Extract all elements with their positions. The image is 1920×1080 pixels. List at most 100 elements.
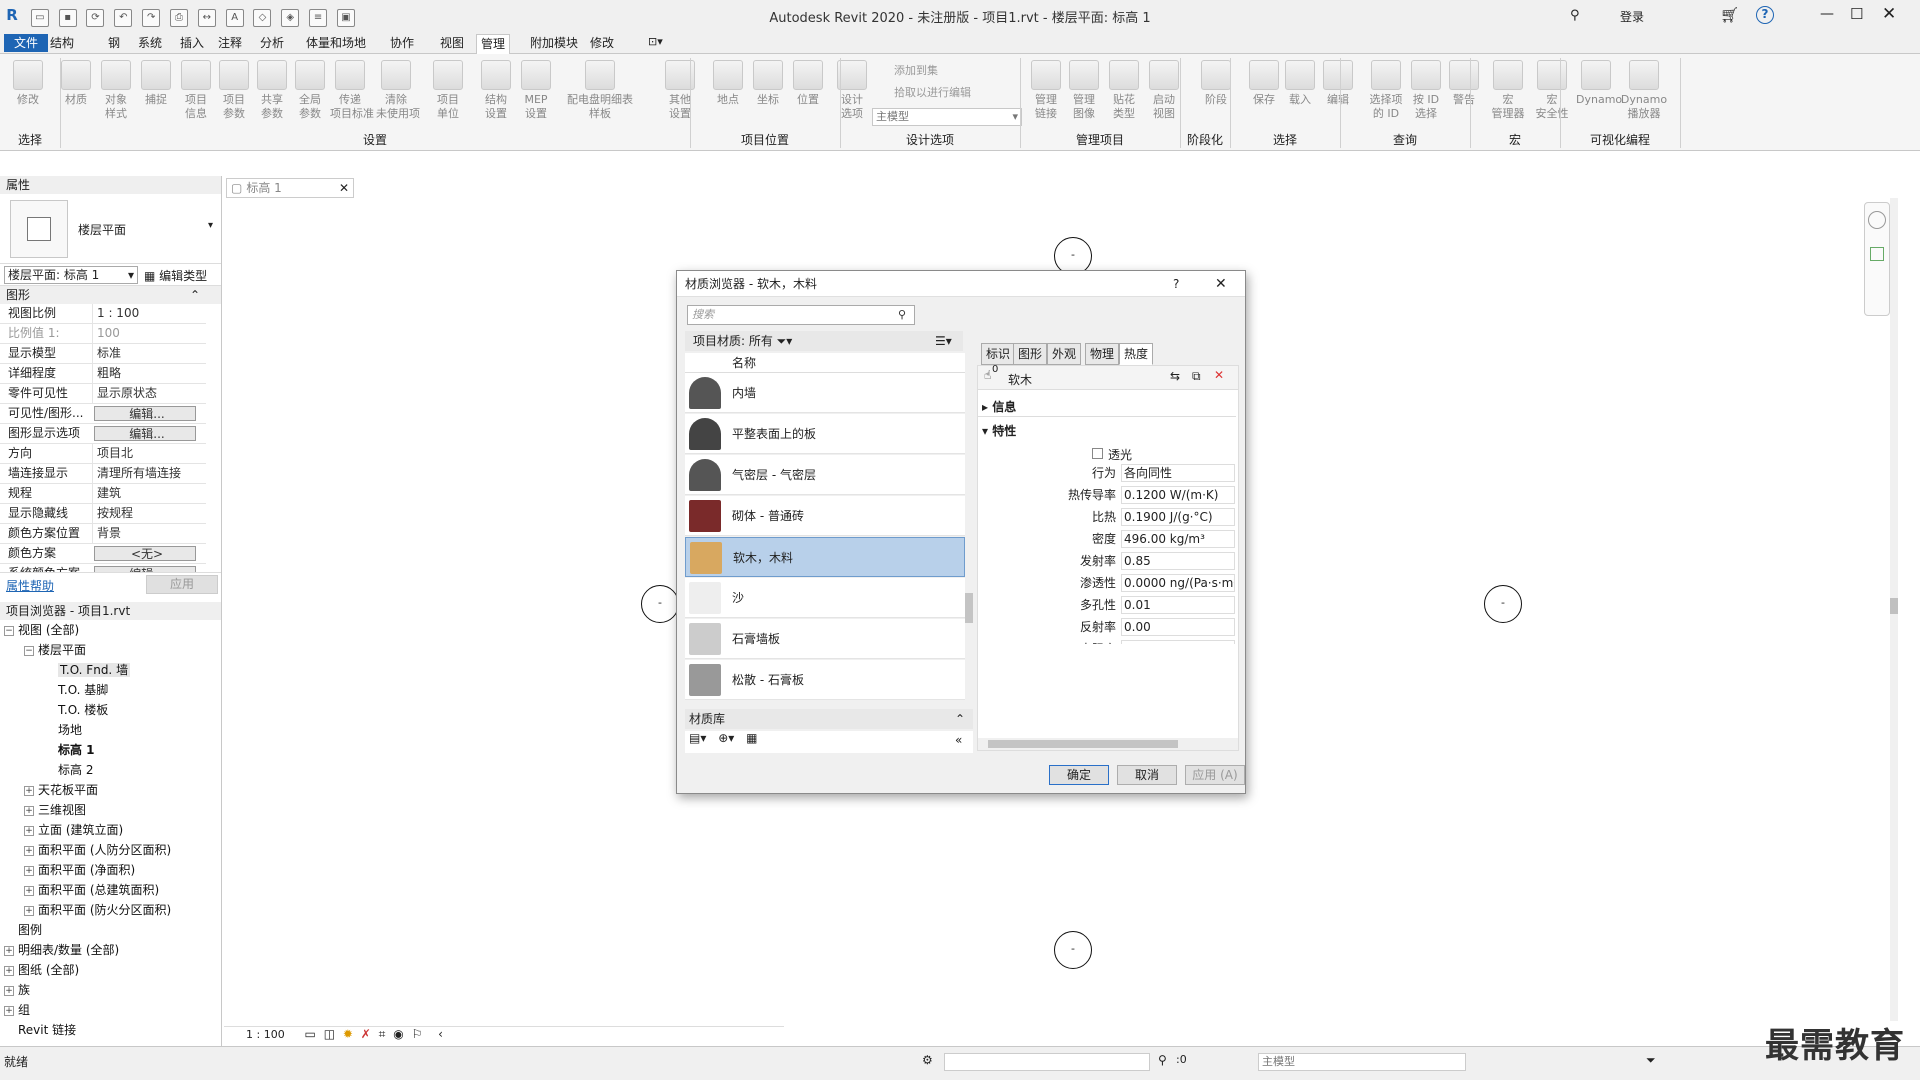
ribbon-button-21[interactable]: 贴花 类型 — [1104, 60, 1144, 121]
menu-7[interactable]: 体量和场地 — [302, 34, 370, 52]
menu-0[interactable]: 文件 — [4, 34, 49, 52]
navigation-bar[interactable] — [1864, 202, 1890, 316]
help-icon[interactable]: ? — [1756, 6, 1774, 24]
ribbon-toggle-icon[interactable]: ⊡▾ — [648, 35, 663, 48]
browser-item[interactable]: 场地 — [4, 720, 221, 740]
steering-wheel-icon[interactable] — [1868, 211, 1886, 229]
list-view-icon[interactable]: ☰▾ — [935, 331, 952, 351]
property-row[interactable]: 颜色方案 <无> — [0, 544, 206, 564]
browser-item[interactable]: − 视图 (全部) — [4, 620, 221, 640]
thin-lines-icon[interactable]: ≡ — [309, 9, 328, 27]
edit-type-button[interactable]: ▦ 编辑类型 — [144, 267, 207, 284]
ribbon-button-11[interactable]: 结构 设置 — [476, 60, 516, 121]
open-library-icon[interactable]: ▤▾ — [689, 731, 706, 745]
browser-item[interactable]: + 天花板平面 — [4, 780, 221, 800]
menu-12[interactable]: 修改 — [586, 34, 618, 52]
material-item[interactable]: 石膏墙板 — [685, 619, 965, 659]
expand-icon[interactable]: + — [24, 845, 34, 856]
close-icon[interactable]: ✕ — [339, 179, 349, 197]
ribbon-button-14[interactable]: 其他 设置 — [660, 60, 700, 121]
thermal-prop-value[interactable]: 0.0000 ng/(Pa·s·m²) — [1121, 574, 1235, 592]
browser-item[interactable]: − 楼层平面 — [4, 640, 221, 660]
ribbon-button-3[interactable]: 捕捉 — [136, 60, 176, 107]
infocenter-icon[interactable]: ⚲ — [1570, 8, 1580, 23]
thermal-prop-value[interactable]: 0.1900 J/(g·°C) — [1121, 508, 1235, 526]
expand-icon[interactable]: + — [24, 885, 34, 896]
close-icon[interactable]: ✕ — [1215, 271, 1227, 297]
instance-filter[interactable]: 楼层平面: 标高 1 ▾ — [4, 266, 138, 284]
ok-button[interactable]: 确定 — [1049, 765, 1109, 785]
ribbon-button-26[interactable]: 编辑 — [1318, 60, 1358, 107]
property-value[interactable]: <无> — [94, 546, 196, 561]
menu-9[interactable]: 视图 — [436, 34, 468, 52]
expand-icon[interactable]: + — [24, 825, 34, 836]
browser-item[interactable]: + 面积平面 (人防分区面积) — [4, 840, 221, 860]
graphics-section[interactable]: 图形 ⌃ — [0, 286, 221, 304]
login-label[interactable]: 登录 — [1620, 8, 1644, 25]
ribbon-button-15[interactable]: 地点 — [708, 60, 748, 107]
expand-icon[interactable]: + — [24, 785, 34, 796]
browser-item[interactable]: 标高 1 — [4, 740, 221, 760]
property-row[interactable]: 视图比例 1 : 100 — [0, 304, 206, 324]
translucent-checkbox[interactable] — [1092, 448, 1103, 459]
ribbon-button-2[interactable]: 对象 样式 — [96, 60, 136, 121]
ribbon-button-6[interactable]: 共享 参数 — [252, 60, 292, 121]
property-row[interactable]: 方向 项目北 — [0, 444, 206, 464]
hide-isolate-icon[interactable]: ◉ — [393, 1027, 403, 1041]
browser-item[interactable]: + 立面 (建筑立面) — [4, 820, 221, 840]
material-item[interactable]: 砌体 - 普通砖 — [685, 496, 965, 536]
sync-icon[interactable]: ⟳ — [86, 9, 105, 27]
shadows-icon[interactable]: ✗ — [361, 1027, 371, 1041]
vertical-scrollbar[interactable] — [1890, 198, 1898, 1021]
tab-2[interactable]: 外观 — [1047, 343, 1082, 365]
ribbon-button-5[interactable]: 项目 参数 — [214, 60, 254, 121]
create-material-icon[interactable]: ⊕▾ — [718, 731, 734, 745]
search-input[interactable]: 搜索 ⚲ — [687, 305, 915, 325]
collapse-icon[interactable]: − — [4, 625, 14, 636]
editable-icon[interactable]: ⚲ — [1158, 1053, 1167, 1067]
browser-item[interactable]: Revit 链接 — [4, 1020, 221, 1040]
property-value[interactable]: 编辑... — [94, 426, 196, 441]
ribbon-button-25[interactable]: 载入 — [1280, 60, 1320, 107]
menu-10[interactable]: 管理 — [476, 34, 511, 55]
collapse-icon[interactable]: − — [24, 645, 34, 656]
material-item[interactable]: 气密层 - 气密层 — [685, 455, 965, 495]
visual-style-icon[interactable]: ◫ — [324, 1027, 335, 1041]
expand-icon[interactable]: + — [4, 965, 14, 976]
menu-1[interactable]: 结构 — [46, 34, 78, 52]
material-library-header[interactable]: 材质库 ⌃ — [685, 709, 973, 729]
property-row[interactable]: 颜色方案位置 背景 — [0, 524, 206, 544]
browser-item[interactable]: + 面积平面 (总建筑面积) — [4, 880, 221, 900]
ribbon-button-12[interactable]: MEP 设置 — [516, 60, 556, 121]
browser-item[interactable]: + 面积平面 (净面积) — [4, 860, 221, 880]
add-to-set-label[interactable]: 添加到集 — [894, 62, 938, 78]
cart-icon[interactable]: 🛒︎ — [1720, 6, 1739, 24]
menu-8[interactable]: 协作 — [386, 34, 418, 52]
apply-button[interactable]: 应用 — [146, 575, 218, 594]
apply-button[interactable]: 应用 (A) — [1185, 765, 1245, 785]
model-select[interactable]: 主模型 — [1258, 1053, 1466, 1071]
browser-item[interactable]: + 图纸 (全部) — [4, 960, 221, 980]
switch-windows-icon[interactable]: ▣ — [336, 9, 355, 27]
scale-label[interactable]: 1 : 100 — [246, 1028, 285, 1041]
expand-icon[interactable]: + — [24, 865, 34, 876]
expand-icon[interactable]: + — [24, 805, 34, 816]
ribbon-button-10[interactable]: 项目 单位 — [428, 60, 468, 121]
ribbon-button-27[interactable]: 选择项 的 ID — [1366, 60, 1406, 121]
open-icon[interactable]: ▭ — [30, 9, 49, 27]
expand-icon[interactable]: + — [4, 945, 14, 956]
ribbon-button-4[interactable]: 项目 信息 — [176, 60, 216, 121]
tab-0[interactable]: 标识 — [981, 343, 1016, 365]
browser-item[interactable]: T.O. 楼板 — [4, 700, 221, 720]
thermal-prop-value[interactable]: 496.00 kg/m³ — [1121, 530, 1235, 548]
browser-item[interactable]: T.O. 基脚 — [4, 680, 221, 700]
detail-level-icon[interactable]: ▭ — [305, 1027, 316, 1041]
browser-item[interactable]: T.O. Fnd. 墙 — [4, 660, 221, 680]
thermal-prop-value[interactable]: 0.85 — [1121, 552, 1235, 570]
ribbon-button-29[interactable]: 警告 — [1444, 60, 1484, 107]
ribbon-button-18[interactable]: 设计 选项 — [832, 60, 872, 121]
ribbon-button-13[interactable]: 配电盘明细表 样板 — [565, 60, 635, 121]
list-scrollbar[interactable] — [965, 353, 973, 705]
tab-3[interactable]: 物理 — [1085, 343, 1120, 365]
filter-bar[interactable]: 项目材质: 所有 ⏷▾ ☰▾ — [685, 331, 963, 351]
